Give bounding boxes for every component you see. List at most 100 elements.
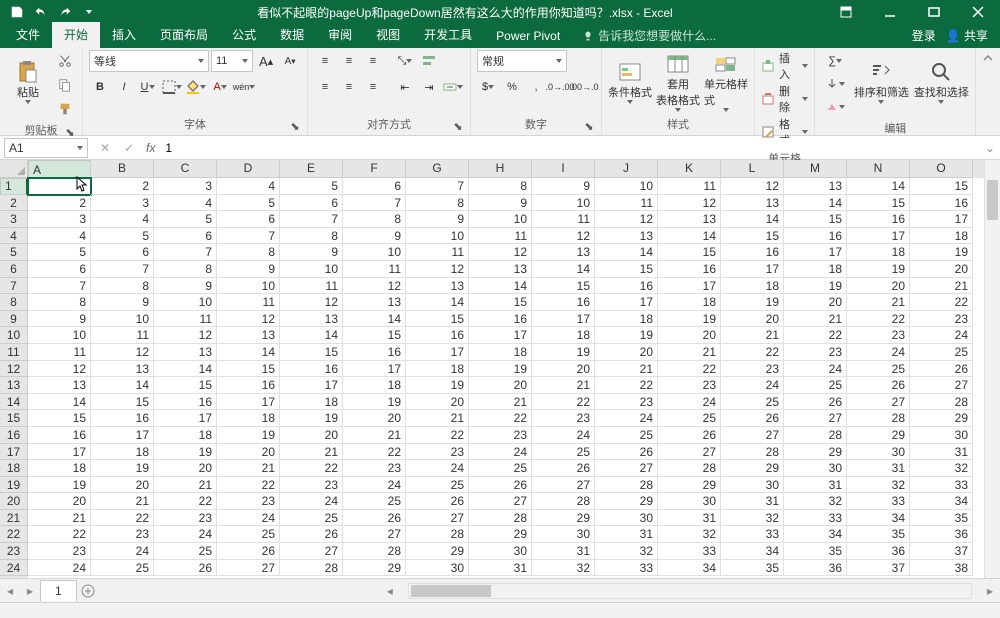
align-top-icon[interactable]: ≡ xyxy=(314,50,336,72)
cell[interactable]: 31 xyxy=(910,444,973,461)
cell[interactable]: 31 xyxy=(784,477,847,494)
cell[interactable]: 12 xyxy=(658,195,721,212)
cell[interactable]: 33 xyxy=(595,560,658,577)
cell[interactable]: 24 xyxy=(784,361,847,378)
cell[interactable]: 15 xyxy=(910,178,973,195)
cell[interactable]: 21 xyxy=(532,377,595,394)
cell[interactable]: 9 xyxy=(469,195,532,212)
cell[interactable]: 26 xyxy=(154,560,217,577)
cell[interactable]: 35 xyxy=(910,510,973,527)
cell[interactable]: 34 xyxy=(784,526,847,543)
align-middle-icon[interactable]: ≡ xyxy=(338,50,360,72)
cell[interactable]: 28 xyxy=(910,394,973,411)
font-launcher-icon[interactable]: ⬊ xyxy=(289,120,301,132)
cell[interactable]: 25 xyxy=(406,477,469,494)
col-header[interactable]: D xyxy=(217,160,280,178)
font-size-select[interactable]: 11 xyxy=(211,50,253,72)
cell[interactable]: 33 xyxy=(847,493,910,510)
cell[interactable]: 9 xyxy=(406,211,469,228)
row-header[interactable]: 12 xyxy=(0,361,28,378)
cell[interactable]: 7 xyxy=(154,244,217,261)
cell[interactable]: 11 xyxy=(469,228,532,245)
cell[interactable]: 17 xyxy=(469,327,532,344)
cell[interactable]: 25 xyxy=(469,460,532,477)
format-painter-icon[interactable] xyxy=(54,98,76,120)
row-header[interactable]: 1 xyxy=(0,178,28,195)
cell[interactable]: 24 xyxy=(217,510,280,527)
ribbon-options-icon[interactable] xyxy=(824,0,868,24)
cell[interactable]: 7 xyxy=(406,178,469,195)
cell[interactable]: 15 xyxy=(91,394,154,411)
cell[interactable]: 28 xyxy=(784,427,847,444)
cell[interactable]: 8 xyxy=(343,211,406,228)
find-select-button[interactable]: 查找和选择 xyxy=(913,50,969,114)
cell[interactable]: 32 xyxy=(658,526,721,543)
horizontal-scrollbar[interactable] xyxy=(408,583,972,599)
cell[interactable]: 17 xyxy=(91,427,154,444)
cell[interactable]: 6 xyxy=(154,228,217,245)
conditional-format-button[interactable]: 条件格式 xyxy=(608,50,652,114)
cell[interactable]: 10 xyxy=(91,311,154,328)
cell[interactable]: 17 xyxy=(532,311,595,328)
cell[interactable]: 27 xyxy=(469,493,532,510)
cell[interactable]: 6 xyxy=(217,211,280,228)
cell[interactable]: 37 xyxy=(910,543,973,560)
italic-button[interactable]: I xyxy=(113,76,135,98)
cell[interactable]: 10 xyxy=(280,261,343,278)
cell[interactable]: 24 xyxy=(280,493,343,510)
cell[interactable]: 34 xyxy=(847,510,910,527)
row-header[interactable]: 2 xyxy=(0,195,28,212)
cell[interactable]: 16 xyxy=(154,394,217,411)
hscroll-thumb[interactable] xyxy=(411,585,491,597)
cell[interactable]: 23 xyxy=(595,394,658,411)
col-header[interactable]: O xyxy=(910,160,973,178)
cell[interactable]: 26 xyxy=(910,361,973,378)
cell[interactable]: 13 xyxy=(721,195,784,212)
cell[interactable]: 31 xyxy=(847,460,910,477)
comma-icon[interactable]: , xyxy=(525,76,547,98)
cell[interactable]: 28 xyxy=(469,510,532,527)
collapse-ribbon-icon[interactable] xyxy=(976,48,1000,135)
col-header[interactable]: L xyxy=(721,160,784,178)
cell[interactable]: 22 xyxy=(217,477,280,494)
cell[interactable]: 24 xyxy=(154,526,217,543)
cell[interactable]: 26 xyxy=(784,394,847,411)
cell[interactable]: 21 xyxy=(28,510,91,527)
row-header[interactable]: 15 xyxy=(0,410,28,427)
cell[interactable]: 23 xyxy=(532,410,595,427)
cell[interactable]: 27 xyxy=(343,526,406,543)
cell[interactable]: 17 xyxy=(721,261,784,278)
cell[interactable]: 26 xyxy=(217,543,280,560)
cell[interactable]: 32 xyxy=(532,560,595,577)
increase-font-icon[interactable]: A▴ xyxy=(255,50,277,72)
cell[interactable]: 8 xyxy=(469,178,532,195)
cell[interactable]: 31 xyxy=(721,493,784,510)
cell[interactable]: 14 xyxy=(343,311,406,328)
cell[interactable]: 23 xyxy=(784,344,847,361)
cell[interactable]: 12 xyxy=(91,344,154,361)
cell[interactable]: 16 xyxy=(847,211,910,228)
cell[interactable]: 13 xyxy=(406,278,469,295)
fx-icon[interactable]: fx xyxy=(146,141,155,155)
cell[interactable]: 30 xyxy=(910,427,973,444)
cell[interactable]: 30 xyxy=(469,543,532,560)
row-header[interactable]: 13 xyxy=(0,377,28,394)
cell[interactable]: 17 xyxy=(595,294,658,311)
cell[interactable]: 16 xyxy=(91,410,154,427)
cell[interactable]: 9 xyxy=(154,278,217,295)
cell[interactable]: 8 xyxy=(280,228,343,245)
cell[interactable]: 35 xyxy=(721,560,784,577)
col-header[interactable]: K xyxy=(658,160,721,178)
tab-nav-prev-icon[interactable]: ◂ xyxy=(0,581,20,601)
row-header[interactable]: 4 xyxy=(0,228,28,245)
decrease-decimal-icon[interactable]: .00→.0 xyxy=(573,76,595,98)
cell[interactable]: 34 xyxy=(721,543,784,560)
cell[interactable]: 31 xyxy=(532,543,595,560)
cut-icon[interactable] xyxy=(54,50,76,72)
col-header[interactable]: H xyxy=(469,160,532,178)
cell[interactable]: 14 xyxy=(784,195,847,212)
cell[interactable]: 18 xyxy=(154,427,217,444)
clipboard-launcher-icon[interactable]: ⬊ xyxy=(64,126,76,138)
cell[interactable]: 12 xyxy=(721,178,784,195)
cell[interactable]: 18 xyxy=(91,444,154,461)
